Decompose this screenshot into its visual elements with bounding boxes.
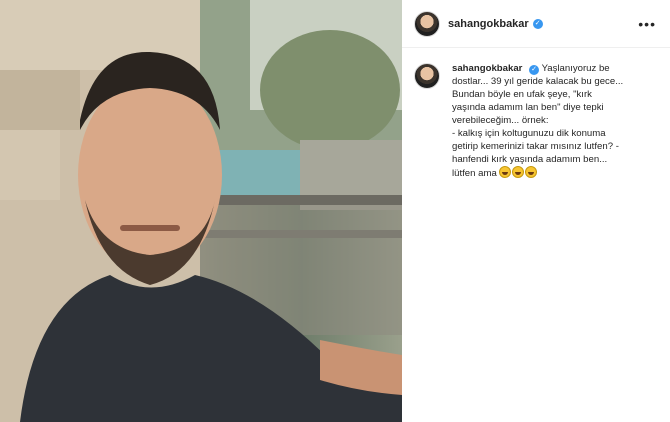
caption-line: Yaşlanıyoruz be: [541, 63, 610, 74]
caption-row: sahangokbakar ✓ Yaşlanıyoruz be dostlar.…: [402, 48, 670, 180]
caption-line: getirip kemerinizi takar mısınız lutfen?…: [452, 141, 619, 152]
caption-line: dostlar... 39 yıl geride kalacak bu gece…: [452, 76, 624, 87]
grinning-sweat-emoji-icon: [512, 166, 525, 178]
caption-line: - kalkış için koltugunuzu dik konuma: [452, 128, 606, 139]
caption-line: hanfendi kırk yaşında adamım ben...: [452, 154, 608, 165]
more-options-icon[interactable]: •••: [638, 16, 656, 32]
avatar[interactable]: [414, 63, 440, 89]
post-photo[interactable]: [0, 0, 402, 422]
grinning-sweat-emoji-icon: [525, 166, 538, 178]
post-header: sahangokbakar ✓ •••: [402, 0, 670, 48]
avatar[interactable]: [414, 10, 440, 37]
caption: sahangokbakar ✓ Yaşlanıyoruz be dostlar.…: [452, 62, 652, 180]
caption-line: verebileceğim... örnek:: [452, 115, 549, 126]
caption-line: Bundan böyle en ufak şeye, "kırk: [452, 89, 592, 100]
caption-line: yaşında adamım lan ben" diye tepki: [452, 102, 604, 113]
caption-username[interactable]: sahangokbakar: [452, 63, 522, 74]
grinning-sweat-emoji-icon: [499, 166, 512, 178]
post-side-panel: sahangokbakar ✓ ••• sahangokbakar ✓ Yaşl…: [402, 0, 670, 422]
header-username[interactable]: sahangokbakar: [448, 18, 529, 30]
verified-badge-icon: ✓: [529, 65, 540, 75]
caption-line: lütfen ama: [452, 168, 497, 179]
verified-badge-icon: ✓: [532, 18, 543, 29]
selfie-image: [0, 0, 402, 422]
